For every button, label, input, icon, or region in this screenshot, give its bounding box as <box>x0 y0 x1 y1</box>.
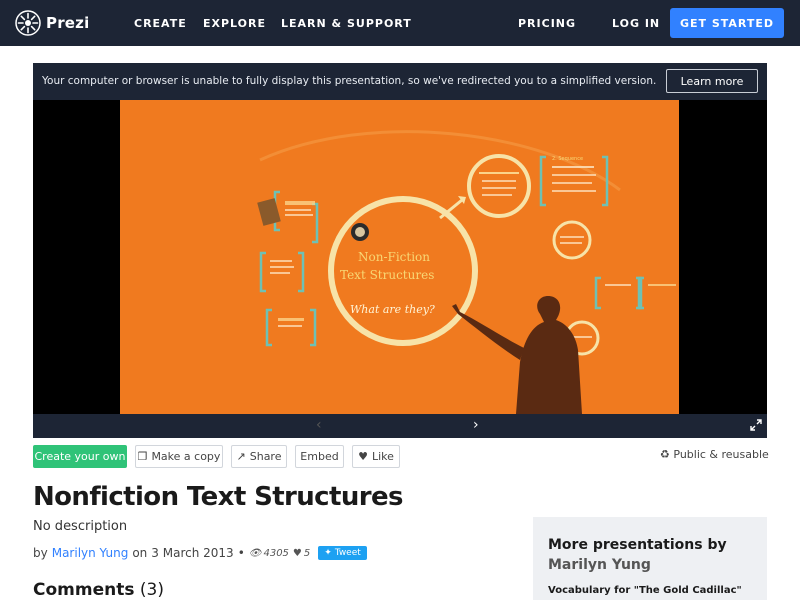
comments-heading: Comments (3) <box>33 580 164 600</box>
make-a-copy-label: Make a copy <box>151 450 221 463</box>
slide-sequence-label: 2. Sequence <box>552 156 584 162</box>
views-count: 4305 <box>263 547 289 559</box>
prev-slide-icon[interactable]: ‹ <box>316 417 322 433</box>
heart-icon: ♥ <box>292 547 302 559</box>
nav-login[interactable]: LOG IN <box>612 17 660 30</box>
author-link[interactable]: Marilyn Yung <box>52 546 129 560</box>
more-presentations-panel: More presentations by Marilyn Yung Vocab… <box>533 517 767 600</box>
by-label: by <box>33 546 48 560</box>
copy-icon: ❐ <box>137 450 148 463</box>
presentation-date: 3 March 2013 <box>151 546 234 560</box>
fullscreen-icon[interactable] <box>750 419 762 431</box>
share-icon: ↗ <box>236 450 246 463</box>
recycle-icon: ♻ <box>660 448 670 461</box>
like-label: Like <box>371 450 394 463</box>
prezi-logo[interactable]: Prezi <box>15 10 89 36</box>
learn-more-button[interactable]: Learn more <box>666 69 758 93</box>
visibility-status: ♻ Public & reusable <box>660 448 769 461</box>
notice-text: Your computer or browser is unable to fu… <box>42 75 657 87</box>
nav-explore[interactable]: EXPLORE <box>203 17 266 30</box>
eye-icon: 👁 <box>248 547 262 559</box>
like-button[interactable]: ♥ Like <box>352 445 400 468</box>
share-button[interactable]: ↗ Share <box>231 445 287 468</box>
next-slide-icon[interactable]: › <box>473 417 479 433</box>
slide-subtitle: What are they? <box>350 303 435 316</box>
make-a-copy-button[interactable]: ❐ Make a copy <box>135 445 223 468</box>
views-stat: 👁 4305 <box>249 548 289 559</box>
likes-count: 5 <box>303 547 311 559</box>
share-label: Share <box>249 450 282 463</box>
twitter-bird-icon: ✦ <box>324 548 332 558</box>
meta-separator: • <box>237 546 245 560</box>
tweet-button[interactable]: ✦ Tweet <box>318 546 367 560</box>
slide-canvas[interactable]: Non-Fiction Text Structures What are the… <box>120 100 679 414</box>
nav-pricing[interactable]: PRICING <box>518 17 576 30</box>
presentation-player: Your computer or browser is unable to fu… <box>33 63 767 438</box>
slide-title-line2: Text Structures <box>340 268 435 282</box>
embed-button[interactable]: Embed <box>295 445 344 468</box>
date-prefix: on <box>132 546 148 560</box>
likes-stat: ♥ 5 <box>293 548 310 559</box>
nav-create[interactable]: CREATE <box>134 17 187 30</box>
comments-count: (3) <box>139 580 164 600</box>
more-presentation-item[interactable]: Vocabulary for "The Gold Cadillac" <box>548 585 742 596</box>
presentation-description: No description <box>33 519 128 534</box>
presentation-title: Nonfiction Text Structures <box>33 482 403 512</box>
comments-label: Comments <box>33 580 135 600</box>
create-your-own-button[interactable]: Create your own <box>33 445 127 468</box>
get-started-button[interactable]: GET STARTED <box>670 8 784 38</box>
prezi-logo-icon <box>15 10 41 36</box>
heart-icon: ♥ <box>358 450 368 463</box>
more-heading-text: More presentations by <box>548 537 727 553</box>
nav-learn-support[interactable]: LEARN & SUPPORT <box>281 17 412 30</box>
more-presentations-heading: More presentations by Marilyn Yung <box>548 535 758 575</box>
tweet-label: Tweet <box>334 548 361 558</box>
simplified-version-notice: Your computer or browser is unable to fu… <box>33 63 767 100</box>
player-controls: ‹ › <box>33 414 767 438</box>
presentation-meta: by Marilyn Yung on 3 March 2013 • 👁 4305… <box>33 546 367 560</box>
logo-text: Prezi <box>46 14 90 32</box>
more-heading-author[interactable]: Marilyn Yung <box>548 555 758 575</box>
top-navbar: Prezi CREATE EXPLORE LEARN & SUPPORT PRI… <box>0 0 800 46</box>
slide-title-line1: Non-Fiction <box>358 250 431 264</box>
visibility-label: Public & reusable <box>673 448 769 461</box>
